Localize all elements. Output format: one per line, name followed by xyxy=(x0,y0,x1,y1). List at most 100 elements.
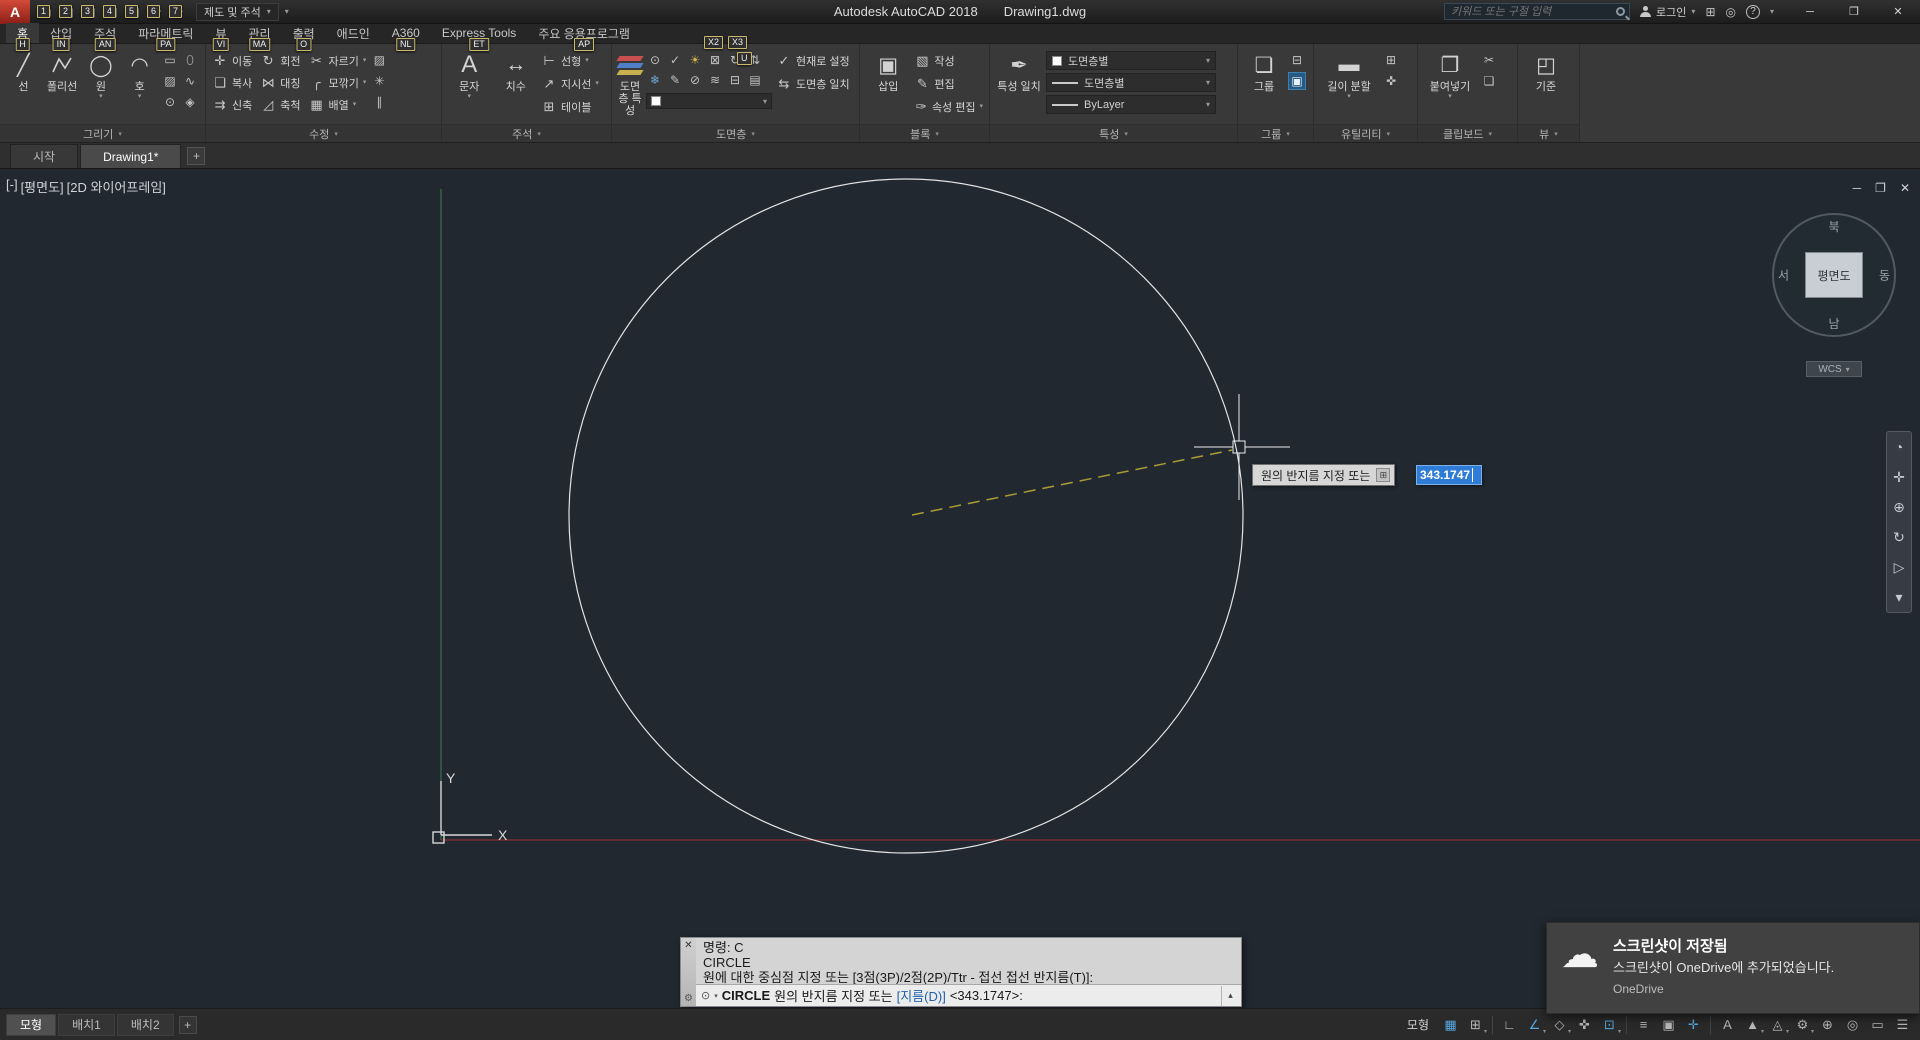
circle-tool[interactable]: ◯ 원 ▾ xyxy=(84,48,119,101)
move-tool[interactable]: ✛ 이동 xyxy=(212,51,253,71)
point-icon[interactable]: ⊙ xyxy=(161,93,179,111)
spline-icon[interactable]: ∿ xyxy=(181,72,199,90)
search-icon[interactable] xyxy=(1616,7,1626,16)
match-properties-button[interactable]: ✒ 특성 일치 xyxy=(996,48,1042,94)
open-file-button[interactable]: ◱2 xyxy=(58,2,78,22)
status-isolate-objects-button[interactable]: ◎ xyxy=(1841,1014,1864,1036)
layout-tab-layout2[interactable]: 배치2 xyxy=(116,1013,174,1036)
command-close-icon[interactable]: ✕ xyxy=(684,940,692,951)
qat-overflow-icon[interactable]: ▾ xyxy=(285,7,289,16)
layer-off-icon[interactable]: ⊙ xyxy=(646,51,664,69)
scale-tool[interactable]: ◿ 축척 xyxy=(260,95,300,115)
status-selection-cycling-toggle[interactable]: ▣ xyxy=(1657,1014,1680,1036)
id-point-icon[interactable]: ✜ xyxy=(1382,72,1400,90)
line-tool[interactable]: ╱ 선 xyxy=(6,48,41,94)
measure-button[interactable]: ▬ 길이 분할 ▾ xyxy=(1320,48,1378,100)
offset-icon[interactable]: ∥ xyxy=(370,93,388,111)
edit-attributes-button[interactable]: ✑ 속성 편집 ▾ xyxy=(914,97,983,117)
make-current-button[interactable]: ✓ 현재로 설정 xyxy=(776,51,854,71)
ribbon-tab-parametric[interactable]: 파라메트릭 PA xyxy=(127,23,204,51)
trim-tool[interactable]: ✂ 자르기 ▾ xyxy=(309,51,366,71)
rectangle-icon[interactable]: ▭ xyxy=(161,51,179,69)
layer-lock-icon[interactable]: ⊠ xyxy=(706,51,724,69)
wcs-dropdown[interactable]: WCS ▾ xyxy=(1806,361,1862,377)
command-customize-icon[interactable]: ⚙ xyxy=(684,993,693,1004)
ribbon-tab-home[interactable]: 홈H xyxy=(6,23,40,51)
application-menu-button[interactable]: A xyxy=(0,0,30,24)
autodesk-exchange-icon[interactable]: ◎ xyxy=(1726,5,1736,19)
dimension-tool[interactable]: ↔ 치수 xyxy=(495,48,538,93)
array-tool[interactable]: ▦ 배열 ▾ xyxy=(309,95,367,115)
layout-tab-layout1[interactable]: 배치1 xyxy=(58,1013,115,1036)
rotate-tool[interactable]: ↻ 회전 xyxy=(260,51,301,71)
ribbon-tab-output[interactable]: 출력 O xyxy=(282,23,326,51)
search-input[interactable] xyxy=(1449,4,1617,19)
file-tab-start[interactable]: 시작 xyxy=(10,144,79,168)
plot-button[interactable]: ▤5 xyxy=(124,2,144,22)
table-tool[interactable]: ⊞ 테이블 xyxy=(541,97,605,117)
new-drawing-tab-button[interactable]: + xyxy=(187,147,206,165)
undo-button[interactable]: ↶6 xyxy=(146,2,166,22)
show-motion-icon[interactable]: ▷ xyxy=(1887,552,1911,582)
viewport-close-icon[interactable]: ✕ xyxy=(1900,181,1910,195)
hatch-icon[interactable]: ▨ xyxy=(161,72,179,90)
status-polar-toggle[interactable]: ∠ ▾ xyxy=(1523,1014,1546,1036)
help-search[interactable] xyxy=(1444,3,1631,20)
group-button[interactable]: ❏ 그룹 xyxy=(1244,48,1284,94)
viewport-menu-control[interactable]: [-] xyxy=(6,177,18,196)
stretch-tool[interactable]: ⇉ 신축 xyxy=(212,95,253,115)
onedrive-notification[interactable]: ☁ 스크린샷이 저장됨 스크린샷이 OneDrive에 추가되었습니다. One… xyxy=(1546,922,1920,1014)
polyline-tool[interactable]: 폴리선 xyxy=(45,48,80,93)
fillet-tool[interactable]: ╭ 모깎기 ▾ xyxy=(309,73,367,93)
workspace-switcher[interactable]: 제도 및 주석 ▾ xyxy=(196,2,279,21)
navbar-menu-icon[interactable]: ▾ xyxy=(1887,582,1911,612)
viewport-minimize-icon[interactable]: ─ xyxy=(1853,181,1862,195)
ribbon-tab-addins[interactable]: 애드인 xyxy=(326,23,381,43)
command-line-window[interactable]: ✕ ⚙ 명령: C CIRCLE 원에 대한 중심점 지정 또는 [3점(3P)… xyxy=(680,937,1242,1007)
layer-properties-button[interactable]: 도면층 특성 xyxy=(616,48,644,117)
recent-commands-icon[interactable]: ▴ xyxy=(1221,985,1239,1006)
panel-label-view[interactable]: 뷰 ▾ xyxy=(1518,124,1579,142)
status-dynamic-input-toggle[interactable]: ✛ xyxy=(1682,1014,1705,1036)
panel-label-block[interactable]: 블록 ▾ xyxy=(860,124,989,142)
panel-label-draw[interactable]: 그리기 ▾ xyxy=(0,124,205,142)
quick-calc-icon[interactable]: ⊞ xyxy=(1382,51,1400,69)
new-layout-button[interactable]: + xyxy=(178,1015,197,1034)
status-lineweight-toggle[interactable]: ≡ xyxy=(1632,1014,1655,1036)
save-button[interactable]: ▣3 xyxy=(80,2,100,22)
ungroup-icon[interactable]: ⊟ xyxy=(1288,51,1306,69)
new-file-button[interactable]: ▢1 xyxy=(36,2,56,22)
group-selection-toggle-icon[interactable]: ▣ xyxy=(1288,72,1306,90)
compass-east-label[interactable]: 동 xyxy=(1879,267,1890,284)
command-input-row[interactable]: ⊙ ▾ CIRCLE 원의 반지름 지정 또는 [지름(D)] <343.174… xyxy=(696,984,1241,1006)
panel-label-annotation[interactable]: 주석 ▾ xyxy=(442,124,611,142)
status-annotation-visibility-toggle[interactable]: A xyxy=(1716,1014,1739,1036)
status-workspace-button[interactable]: ⚙ ▾ xyxy=(1791,1014,1814,1036)
status-object-snap-toggle[interactable]: ⊡ ▾ xyxy=(1598,1014,1621,1036)
status-isometric-toggle[interactable]: ◇ ▾ xyxy=(1548,1014,1572,1036)
chevron-down-icon[interactable]: ▾ xyxy=(714,992,718,1000)
copy-clip-icon[interactable]: ❏ xyxy=(1480,72,1498,90)
region-icon[interactable]: ◈ xyxy=(181,93,199,111)
edit-block-button[interactable]: ✎ 편집 xyxy=(914,74,983,94)
linetype-dropdown[interactable]: ByLayer ▾ xyxy=(1046,95,1216,114)
layer-delete-icon[interactable]: ⊟ xyxy=(726,71,744,89)
dynamic-input-options-icon[interactable]: ⊞ xyxy=(1376,468,1391,482)
minimize-button[interactable]: ─ xyxy=(1788,0,1832,24)
drawing-area[interactable]: Y X [-] [평면도] [2D 와이어프레임] ─ ❐ ✕ 북 동 남 서 … xyxy=(0,169,1920,1008)
layer-freeze-icon[interactable]: ❄ xyxy=(646,71,664,89)
layer-edit-icon[interactable]: ✎ xyxy=(666,71,684,89)
ribbon-tab-featured-apps[interactable]: 주요 응용프로그램 AP xyxy=(527,23,641,51)
arc-tool[interactable]: ◠ 호 ▾ xyxy=(122,48,157,101)
layer-dropdown[interactable]: ▾ xyxy=(646,93,772,109)
copy-tool[interactable]: ❏ 복사 xyxy=(212,73,252,93)
layer-merge-icon[interactable]: ≋ xyxy=(706,71,724,89)
panel-label-modify[interactable]: 수정 ▾ xyxy=(206,124,441,142)
text-tool[interactable]: A 문자 ▾ xyxy=(448,48,491,100)
sign-in-button[interactable]: 로그인 ▾ xyxy=(1640,4,1695,20)
status-ortho-toggle[interactable]: ∟ xyxy=(1498,1014,1521,1036)
status-customization-button[interactable]: ☰ xyxy=(1891,1014,1914,1036)
file-tab-drawing1[interactable]: Drawing1* xyxy=(80,144,182,168)
ribbon-tab-insert[interactable]: 삽입 IN xyxy=(39,23,83,51)
status-clean-screen-button[interactable]: ▭ xyxy=(1866,1014,1889,1036)
